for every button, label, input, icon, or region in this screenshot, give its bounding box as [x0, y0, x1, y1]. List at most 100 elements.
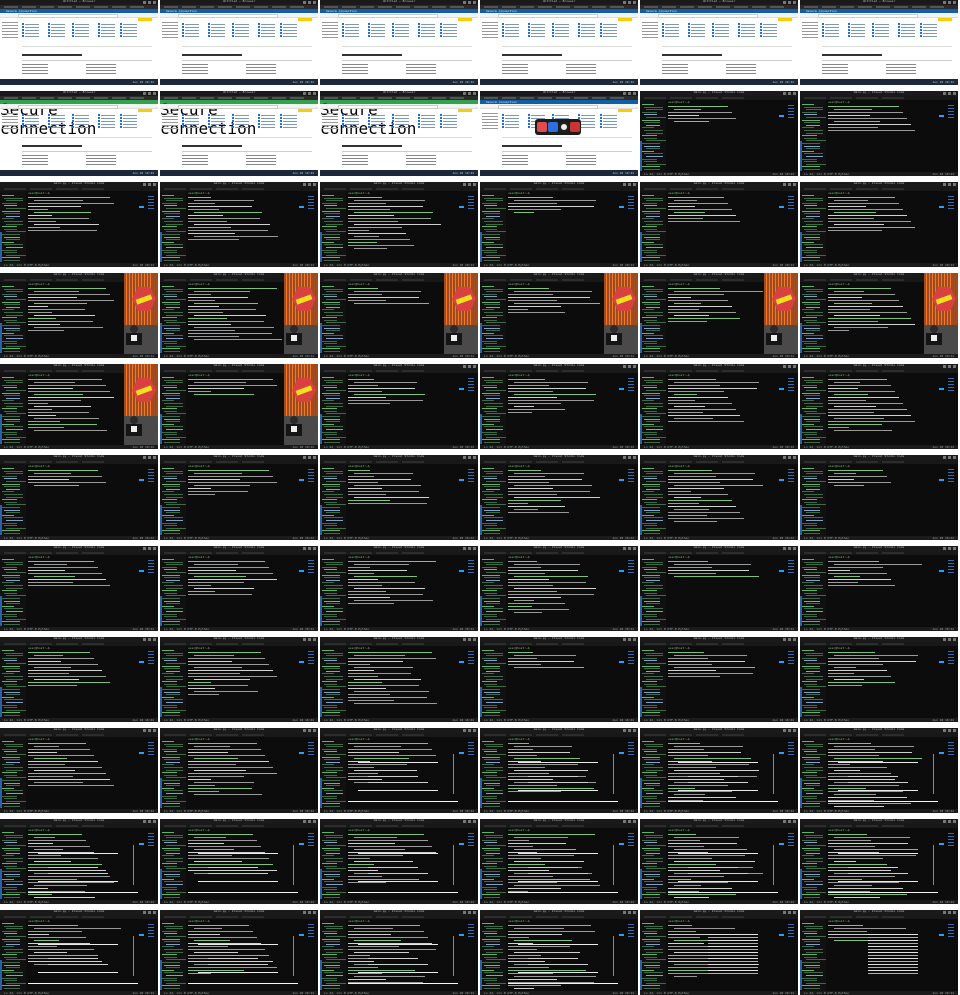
file-entry[interactable] — [166, 299, 186, 300]
browser-tab[interactable] — [770, 6, 784, 8]
file-entry[interactable] — [164, 592, 177, 594]
file-entry[interactable] — [486, 754, 506, 755]
input-line[interactable] — [668, 892, 778, 893]
file-entry[interactable] — [324, 470, 343, 472]
file-entry[interactable] — [4, 624, 20, 625]
close-icon[interactable] — [943, 1, 946, 4]
file-entry[interactable] — [6, 884, 23, 885]
editor-tab[interactable] — [830, 370, 852, 372]
file-entry[interactable] — [806, 611, 823, 612]
file-entry[interactable] — [482, 985, 500, 987]
file-entry[interactable] — [6, 314, 23, 316]
editor-tab[interactable] — [242, 825, 264, 827]
file-entry[interactable] — [642, 954, 657, 956]
file-entry[interactable] — [322, 938, 340, 940]
file-entry[interactable] — [322, 309, 334, 311]
file-entry[interactable] — [642, 772, 657, 774]
editor-tab[interactable] — [376, 279, 398, 281]
file-entry[interactable] — [2, 226, 17, 228]
file-entry[interactable] — [802, 878, 814, 880]
file-entry[interactable] — [642, 613, 657, 615]
file-entry[interactable] — [6, 579, 20, 581]
file-entry[interactable] — [642, 127, 654, 129]
file-entry[interactable] — [484, 312, 503, 313]
file-entry[interactable] — [326, 876, 340, 878]
file-entry[interactable] — [802, 574, 820, 576]
file-entry[interactable] — [326, 527, 346, 529]
file-entry[interactable] — [486, 397, 500, 399]
close-icon[interactable] — [143, 729, 146, 732]
browser-tab[interactable] — [40, 6, 54, 8]
file-entry[interactable] — [804, 197, 823, 199]
menu-item[interactable] — [322, 116, 338, 117]
file-entry[interactable] — [804, 707, 817, 709]
file-entry[interactable] — [162, 855, 174, 857]
minimize-icon[interactable] — [313, 638, 316, 641]
maximize-icon[interactable] — [308, 729, 311, 732]
file-entry[interactable] — [804, 569, 817, 571]
file-entry[interactable] — [164, 759, 180, 761]
menu-item[interactable] — [2, 37, 18, 38]
file-entry[interactable] — [482, 392, 500, 394]
file-entry[interactable] — [646, 611, 663, 612]
file-entry[interactable] — [486, 413, 506, 415]
file-entry[interactable] — [644, 972, 663, 974]
file-entry[interactable] — [642, 650, 654, 651]
file-entry[interactable] — [162, 234, 180, 235]
file-entry[interactable] — [166, 239, 180, 241]
file-entry[interactable] — [804, 296, 817, 298]
file-entry[interactable] — [6, 670, 20, 672]
editor-tab[interactable] — [644, 279, 666, 281]
file-entry[interactable] — [806, 117, 826, 118]
file-entry[interactable] — [484, 873, 500, 875]
file-entry[interactable] — [166, 754, 186, 755]
file-entry[interactable] — [646, 322, 666, 324]
editor-tab[interactable] — [402, 916, 424, 918]
file-entry[interactable] — [4, 925, 23, 927]
editor-tab[interactable] — [216, 279, 238, 281]
file-entry[interactable] — [644, 691, 660, 693]
browser-tab[interactable] — [698, 6, 712, 8]
file-entry[interactable] — [484, 767, 503, 768]
file-entry[interactable] — [326, 694, 340, 696]
browser-tab[interactable] — [272, 6, 286, 8]
browser-tab[interactable] — [182, 97, 196, 99]
file-entry[interactable] — [322, 598, 340, 599]
editor-tab[interactable] — [376, 643, 398, 645]
file-entry[interactable] — [482, 210, 500, 212]
maximize-icon[interactable] — [788, 92, 791, 95]
input-line[interactable] — [348, 801, 458, 802]
file-entry[interactable] — [646, 345, 666, 347]
maximize-icon[interactable] — [308, 638, 311, 641]
file-entry[interactable] — [2, 249, 17, 251]
file-entry[interactable] — [802, 886, 817, 888]
editor-tab[interactable] — [536, 734, 558, 736]
file-entry[interactable] — [2, 969, 14, 971]
file-entry[interactable] — [484, 751, 497, 753]
editor-tab[interactable] — [510, 825, 532, 827]
editor-tab[interactable] — [82, 643, 104, 645]
file-entry[interactable] — [642, 325, 660, 326]
menu-item[interactable] — [802, 25, 818, 26]
file-entry[interactable] — [646, 338, 663, 339]
file-entry[interactable] — [2, 946, 14, 948]
file-entry[interactable] — [326, 603, 340, 605]
editor-tab[interactable] — [56, 825, 78, 827]
file-entry[interactable] — [326, 247, 343, 248]
editor-tab[interactable] — [324, 916, 346, 918]
file-entry[interactable] — [2, 886, 17, 888]
file-entry[interactable] — [642, 210, 660, 212]
editor-tab[interactable] — [510, 916, 532, 918]
file-entry[interactable] — [4, 577, 20, 579]
close-icon[interactable] — [303, 456, 306, 459]
file-entry[interactable] — [4, 517, 23, 519]
editor-tab[interactable] — [696, 188, 718, 190]
file-entry[interactable] — [802, 377, 814, 378]
file-entry[interactable] — [642, 491, 654, 493]
file-entry[interactable] — [642, 590, 657, 592]
file-entry[interactable] — [806, 421, 820, 423]
file-entry[interactable] — [482, 969, 494, 971]
menu-item[interactable] — [2, 125, 18, 126]
file-entry[interactable] — [804, 652, 823, 654]
file-entry[interactable] — [2, 416, 20, 417]
